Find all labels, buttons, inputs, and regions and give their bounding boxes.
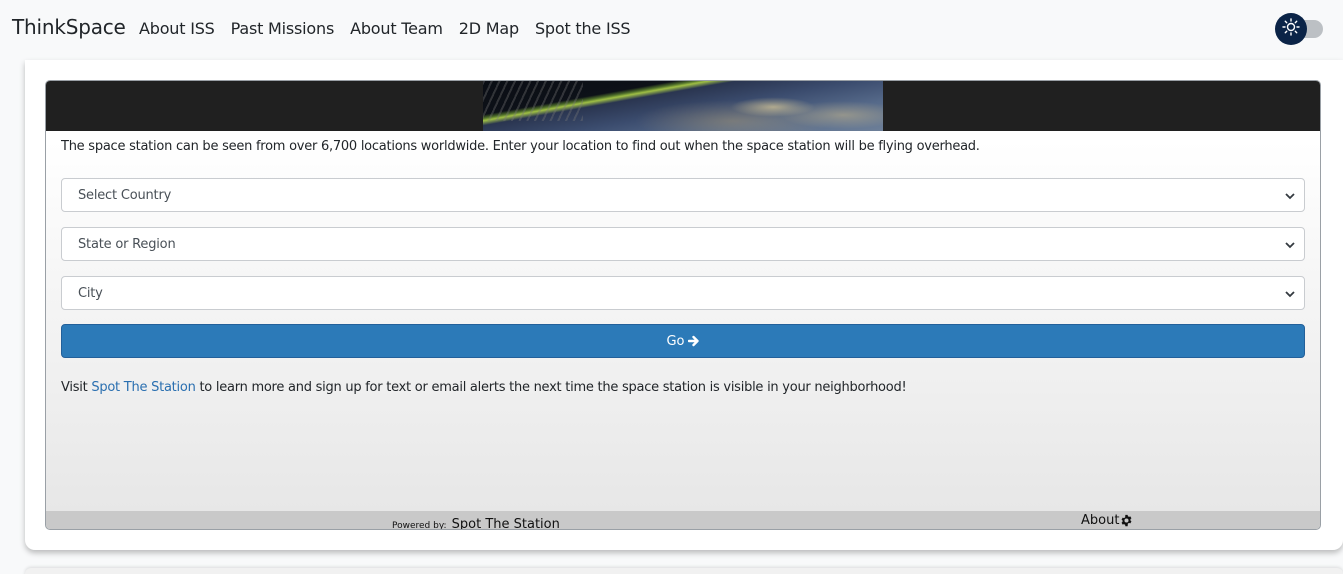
chevron-down-icon	[1285, 242, 1295, 249]
country-select[interactable]: Select Country	[61, 178, 1305, 212]
nav-link-spot-the-iss[interactable]: Spot the ISS	[535, 19, 631, 38]
intro-text: The space station can be seen from over …	[61, 139, 980, 154]
powered-by-label: Powered by:	[392, 521, 447, 530]
brand-logo[interactable]: ThinkSpace	[12, 15, 126, 39]
powered-by[interactable]: Powered by: Spot The Station	[392, 513, 560, 530]
country-select-value: Select Country	[78, 187, 172, 203]
theme-toggle[interactable]	[1275, 13, 1323, 45]
next-card	[25, 568, 1343, 574]
arrow-right-icon	[687, 335, 699, 347]
nav-link-about-team[interactable]: About Team	[350, 19, 443, 38]
earth-from-iss-image	[483, 81, 883, 131]
region-select[interactable]: State or Region	[61, 227, 1305, 261]
visit-suffix: to learn more and sign up for text or em…	[195, 380, 907, 395]
about-link[interactable]: About	[1081, 513, 1133, 528]
banner	[46, 81, 1320, 131]
navbar: ThinkSpace About ISS Past Missions About…	[0, 0, 1343, 58]
chevron-down-icon	[1285, 193, 1295, 200]
chevron-down-icon	[1285, 291, 1295, 298]
nav-links: About ISS Past Missions About Team 2D Ma…	[139, 19, 646, 38]
solar-panel-graphic	[483, 81, 583, 121]
spot-the-station-link[interactable]: Spot The Station	[91, 380, 195, 395]
region-select-value: State or Region	[78, 236, 176, 252]
gear-icon	[1121, 514, 1132, 527]
nav-link-past-missions[interactable]: Past Missions	[231, 19, 335, 38]
go-button[interactable]: Go	[61, 324, 1305, 358]
spot-the-station-widget: The space station can be seen from over …	[45, 80, 1321, 530]
visit-text: Visit Spot The Station to learn more and…	[61, 380, 907, 395]
nav-link-2d-map[interactable]: 2D Map	[459, 19, 519, 38]
nav-link-about-iss[interactable]: About ISS	[139, 19, 215, 38]
city-select-value: City	[78, 285, 103, 301]
powered-by-name: Spot The Station	[451, 517, 560, 530]
sun-icon	[1282, 18, 1300, 40]
city-select[interactable]: City	[61, 276, 1305, 310]
widget-footer: Powered by: Spot The Station About	[46, 511, 1320, 530]
visit-prefix: Visit	[61, 380, 92, 395]
go-label: Go	[666, 333, 685, 349]
about-label: About	[1081, 513, 1120, 528]
toggle-knob	[1275, 13, 1307, 45]
